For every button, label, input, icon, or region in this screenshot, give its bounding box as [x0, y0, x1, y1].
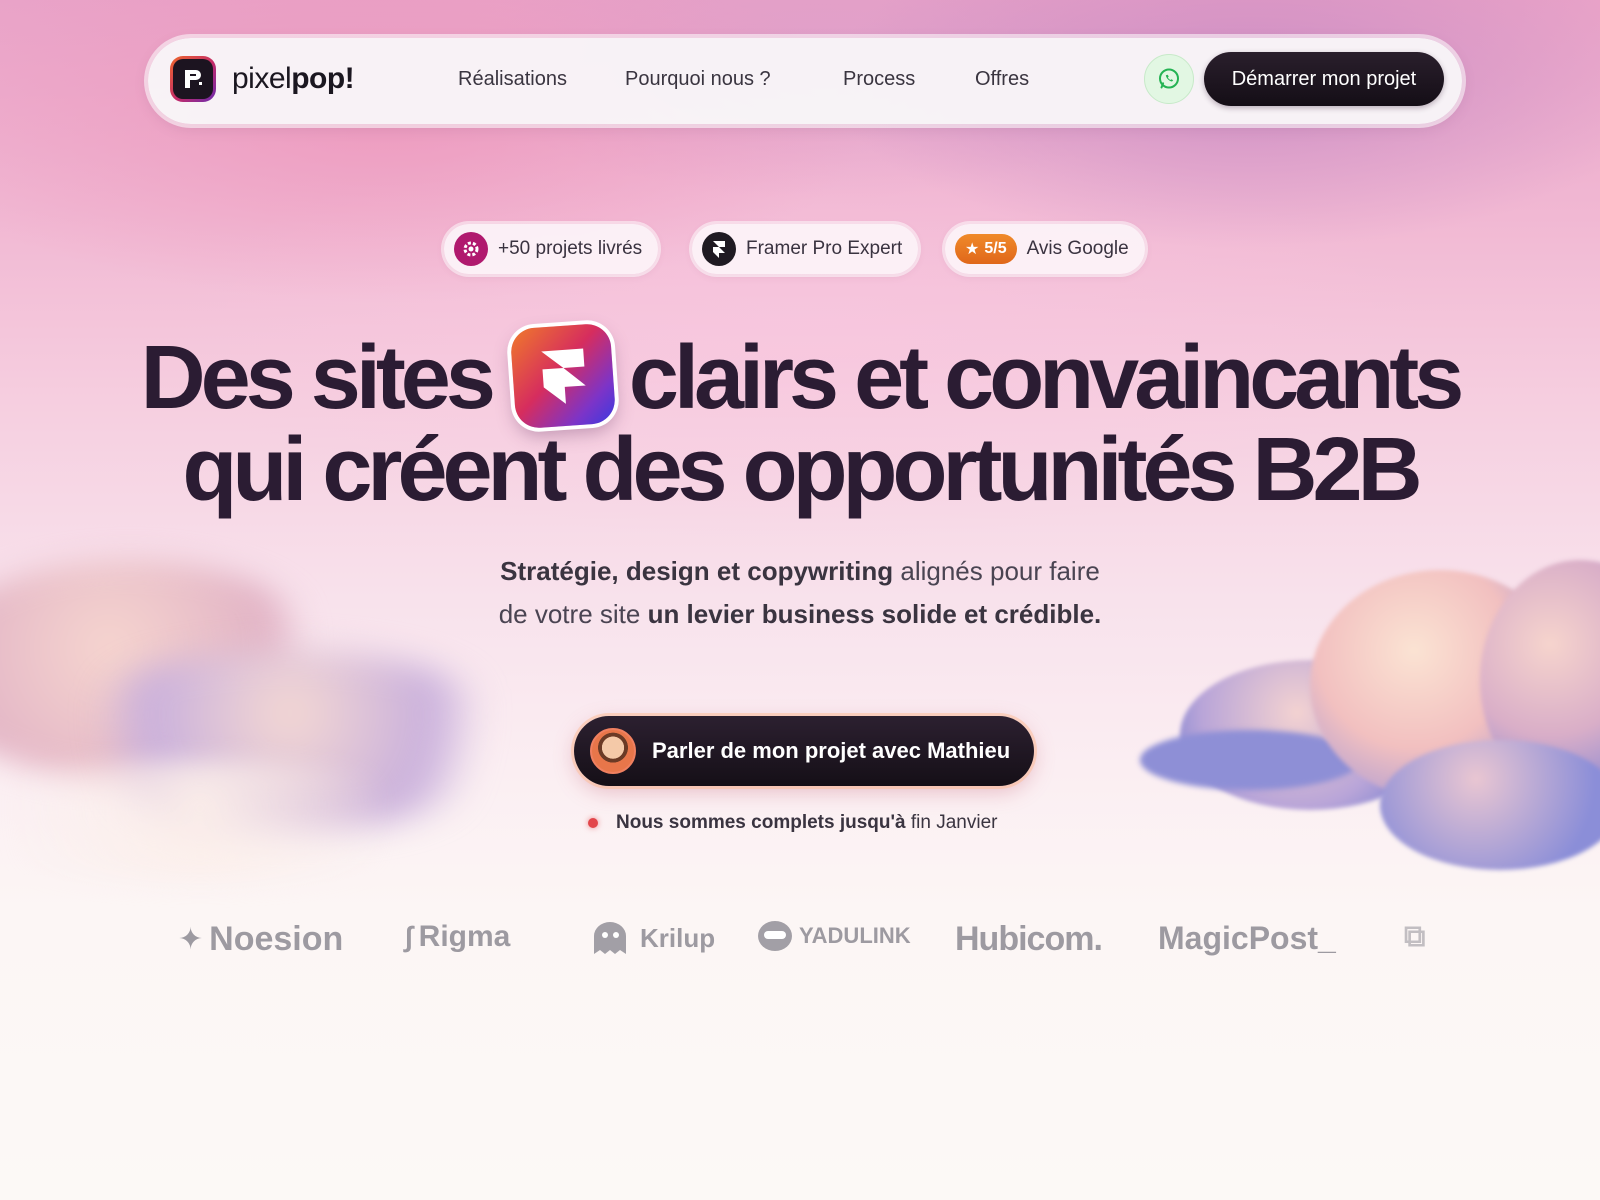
client-logo-partial: ⧉: [1404, 920, 1425, 954]
talk-to-mathieu-button[interactable]: Parler de mon projet avec Mathieu: [574, 716, 1034, 786]
start-project-button[interactable]: Démarrer mon projet: [1204, 52, 1444, 106]
badge-projects-label: +50 projets livrés: [498, 238, 643, 259]
badge-projects: +50 projets livrés: [444, 224, 659, 274]
nav-link-realisations[interactable]: Réalisations: [458, 68, 567, 91]
rigma-mark-icon: ∫: [405, 921, 413, 952]
badge-google-label: Avis Google: [1026, 238, 1129, 259]
brand-name[interactable]: pixelpop!: [232, 62, 355, 96]
badge-google-rating: ★ 5/5 Avis Google: [945, 224, 1145, 274]
client-logo-yadulink: YADULINK: [757, 920, 911, 952]
availability-status: Nous sommes complets jusqu'à fin Janvier: [588, 812, 997, 834]
client-logo-noesion: ✦ Noesion: [178, 920, 344, 958]
yadulink-icon: [758, 921, 792, 951]
badge-framer-label: Framer Pro Expert: [746, 238, 903, 259]
nav-link-offres[interactable]: Offres: [975, 68, 1029, 91]
badge-framer: Framer Pro Expert: [692, 224, 919, 274]
client-logo-hubicom: Hubicom.: [955, 920, 1103, 958]
nav-link-pourquoi-nous[interactable]: Pourquoi nous ?: [625, 68, 771, 91]
navbar: pixelpop! Réalisations Pourquoi nous ? P…: [148, 38, 1462, 124]
framer-logo-icon: [509, 322, 617, 430]
brand-logo-icon[interactable]: [170, 56, 216, 102]
status-dot-icon: [588, 818, 598, 828]
star-icon: ★: [965, 241, 980, 258]
hero-headline-line-1: Des sites clairs et convaincants: [0, 322, 1600, 434]
gear-icon: [454, 232, 488, 266]
rating-pill: ★ 5/5: [955, 234, 1017, 264]
link-icon: ⧉: [1404, 920, 1426, 953]
client-logo-krilup: Krilup: [586, 920, 715, 956]
client-logos: ✦ Noesion ∫ Rigma Krilup YADULINK Hubicom.…: [0, 920, 1600, 980]
client-logo-magicpost: MagicPost_: [1158, 920, 1336, 956]
ghost-icon: [594, 922, 626, 954]
hero-headline-line-2: qui créent des opportunités B2B: [182, 420, 1422, 520]
whatsapp-icon: [1159, 68, 1179, 89]
hero-subtitle-line-2: de votre site un levier business solide …: [498, 599, 1102, 629]
avatar: [590, 728, 636, 774]
hero-subtitle-line-1: Stratégie, design et copywriting alignés…: [500, 556, 1100, 586]
whatsapp-button[interactable]: [1144, 54, 1194, 104]
sparkle-icon: ✦: [178, 923, 204, 956]
nav-link-process[interactable]: Process: [843, 68, 915, 91]
client-logo-rigma: ∫ Rigma: [405, 920, 511, 953]
framer-icon: [702, 232, 736, 266]
